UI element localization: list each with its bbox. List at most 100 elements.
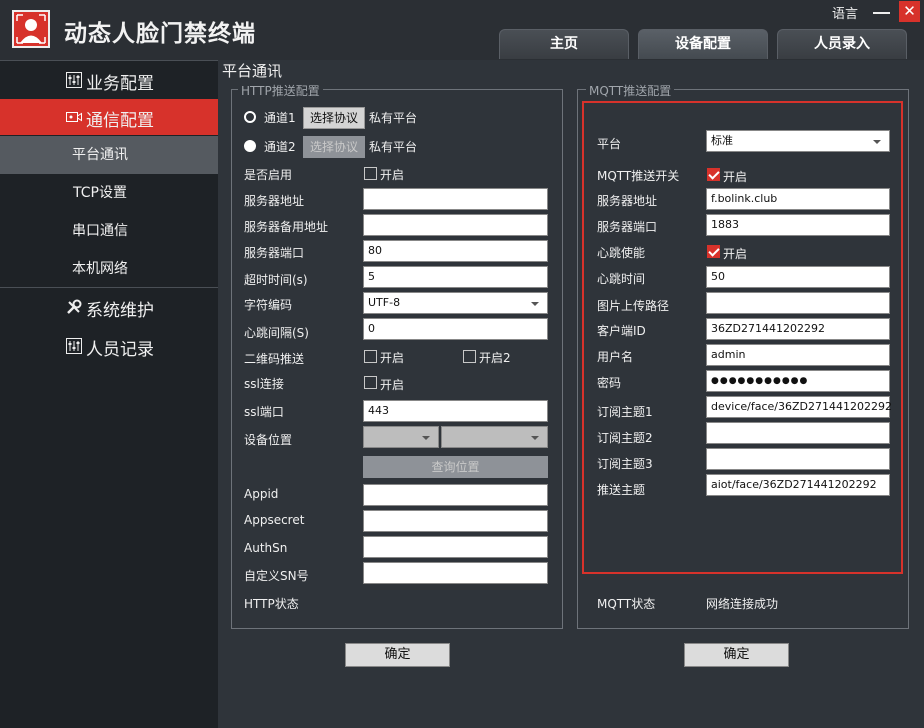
http-timeout-label: 超时时间(s): [244, 273, 308, 287]
mqtt-image-path-input[interactable]: [706, 292, 890, 314]
qr-push-check-label: 开启: [380, 351, 405, 365]
face-logo-icon: [12, 10, 50, 48]
sidebar-subitem-platform-comm[interactable]: 平台通讯: [0, 136, 218, 174]
http-encoding-label: 字符编码: [244, 298, 293, 312]
channel1-radio[interactable]: [244, 111, 256, 123]
qr-push2-checkbox[interactable]: [463, 350, 476, 363]
http-group-title: HTTP推送配置: [238, 82, 323, 99]
sidebar-divider: [0, 60, 218, 61]
channel1-value: 私有平台: [369, 111, 418, 125]
mqtt-platform-value: 标准: [711, 134, 733, 147]
sidebar-item-system-maintenance[interactable]: 系统维护: [0, 289, 218, 325]
chevron-down-icon: [873, 140, 881, 144]
sidebar-subitem-serial[interactable]: 串口通信: [0, 212, 218, 250]
http-enable-check-label: 开启: [380, 168, 405, 182]
mqtt-switch-label: MQTT推送开关: [597, 169, 680, 183]
mqtt-server-port-input[interactable]: 1883: [706, 214, 890, 236]
appsecret-input[interactable]: [363, 510, 548, 532]
http-encoding-select[interactable]: UTF-8: [363, 292, 548, 314]
channel2-radio[interactable]: [244, 140, 256, 152]
mqtt-heartbeat-time-label: 心跳时间: [597, 272, 646, 286]
close-button[interactable]: ✕: [899, 1, 920, 22]
mqtt-push-topic-input[interactable]: aiot/face/36ZD271441202292: [706, 474, 890, 496]
qr-push2-check-label: 开启2: [479, 351, 511, 365]
minimize-button[interactable]: [870, 2, 892, 22]
sidebar-subitem-tcp[interactable]: TCP设置: [0, 174, 218, 212]
sidebar-item-label: 业务配置: [86, 74, 154, 94]
mqtt-sub2-input[interactable]: [706, 422, 890, 444]
channel1-select-protocol-button[interactable]: 选择协议: [303, 107, 365, 129]
tab-device-config[interactable]: 设备配置: [638, 29, 768, 59]
http-server-addr-input[interactable]: [363, 188, 548, 210]
custom-sn-label: 自定义SN号: [244, 569, 309, 583]
mqtt-status-label: MQTT状态: [597, 597, 656, 611]
appsecret-label: Appsecret: [244, 513, 305, 527]
sidebar-subitem-local-network[interactable]: 本机网络: [0, 250, 218, 288]
location-province-select[interactable]: [363, 426, 439, 448]
mqtt-client-id-label: 客户端ID: [597, 324, 646, 338]
http-heartbeat-label: 心跳间隔(S): [244, 326, 309, 340]
mqtt-image-path-label: 图片上传路径: [597, 299, 670, 313]
device-location-label: 设备位置: [244, 433, 293, 447]
mqtt-platform-select[interactable]: 标准: [706, 130, 890, 152]
appid-input[interactable]: [363, 484, 548, 506]
http-server-addr-label: 服务器地址: [244, 194, 305, 208]
ssl-port-input[interactable]: 443: [363, 400, 548, 422]
tab-person-entry[interactable]: 人员录入: [777, 29, 907, 59]
sliders-icon: [66, 72, 82, 88]
mqtt-password-input[interactable]: ●●●●●●●●●●●: [706, 370, 890, 392]
http-status-label: HTTP状态: [244, 597, 299, 611]
wrench-icon: [66, 299, 82, 315]
ssl-label: ssl连接: [244, 377, 284, 391]
http-encoding-value: UTF-8: [368, 296, 401, 309]
sidebar-item-label: 通信配置: [86, 111, 154, 131]
language-menu[interactable]: 语言: [832, 3, 858, 22]
authsn-label: AuthSn: [244, 541, 288, 555]
mqtt-switch-checkbox[interactable]: [707, 168, 720, 181]
channel2-label: 通道2: [264, 140, 296, 154]
mqtt-sub1-label: 订阅主题1: [597, 405, 653, 419]
mqtt-status-value: 网络连接成功: [706, 597, 779, 611]
mqtt-ok-button[interactable]: 确定: [684, 643, 789, 667]
http-server-port-label: 服务器端口: [244, 246, 305, 260]
channel2-select-protocol-button[interactable]: 选择协议: [303, 136, 365, 158]
page-title: 平台通讯: [222, 62, 283, 80]
custom-sn-input[interactable]: [363, 562, 548, 584]
mqtt-client-id-input[interactable]: 36ZD271441202292: [706, 318, 890, 340]
ssl-checkbox[interactable]: [364, 376, 377, 389]
sidebar-item-business-config[interactable]: 业务配置: [0, 62, 218, 98]
sidebar-item-comm-config[interactable]: 通信配置: [0, 99, 218, 135]
http-enable-label: 是否启用: [244, 168, 293, 182]
http-heartbeat-input[interactable]: 0: [363, 318, 548, 340]
app-title: 动态人脸门禁终端: [64, 21, 256, 47]
http-enable-checkbox[interactable]: [364, 167, 377, 180]
http-ok-button[interactable]: 确定: [345, 643, 450, 667]
ssl-port-label: ssl端口: [244, 405, 284, 419]
http-server-port-input[interactable]: 80: [363, 240, 548, 262]
mqtt-switch-check-label: 开启: [723, 170, 748, 184]
sidebar-item-person-records[interactable]: 人员记录: [0, 328, 218, 364]
qr-push-checkbox[interactable]: [364, 350, 377, 363]
mqtt-sub3-input[interactable]: [706, 448, 890, 470]
appid-label: Appid: [244, 487, 279, 501]
sidebar-divider: [0, 287, 218, 288]
tab-home[interactable]: 主页: [499, 29, 629, 59]
chevron-down-icon: [422, 436, 430, 440]
http-timeout-input[interactable]: 5: [363, 266, 548, 288]
mqtt-heartbeat-time-input[interactable]: 50: [706, 266, 890, 288]
mqtt-sub1-input[interactable]: device/face/36ZD271441202292: [706, 396, 892, 418]
mqtt-group-title: MQTT推送配置: [586, 82, 675, 99]
chevron-down-icon: [531, 302, 539, 306]
mqtt-username-input[interactable]: admin: [706, 344, 890, 366]
mqtt-push-topic-label: 推送主题: [597, 483, 646, 497]
query-location-button[interactable]: 查询位置: [363, 456, 548, 478]
authsn-input[interactable]: [363, 536, 548, 558]
location-city-select[interactable]: [441, 426, 548, 448]
mqtt-heartbeat-enable-checkbox[interactable]: [707, 245, 720, 258]
http-server-backup-input[interactable]: [363, 214, 548, 236]
mqtt-password-label: 密码: [597, 376, 622, 390]
mqtt-server-addr-input[interactable]: f.bolink.club: [706, 188, 890, 210]
sliders-icon: [66, 338, 82, 354]
mqtt-sub3-label: 订阅主题3: [597, 457, 653, 471]
mqtt-platform-label: 平台: [597, 137, 622, 151]
